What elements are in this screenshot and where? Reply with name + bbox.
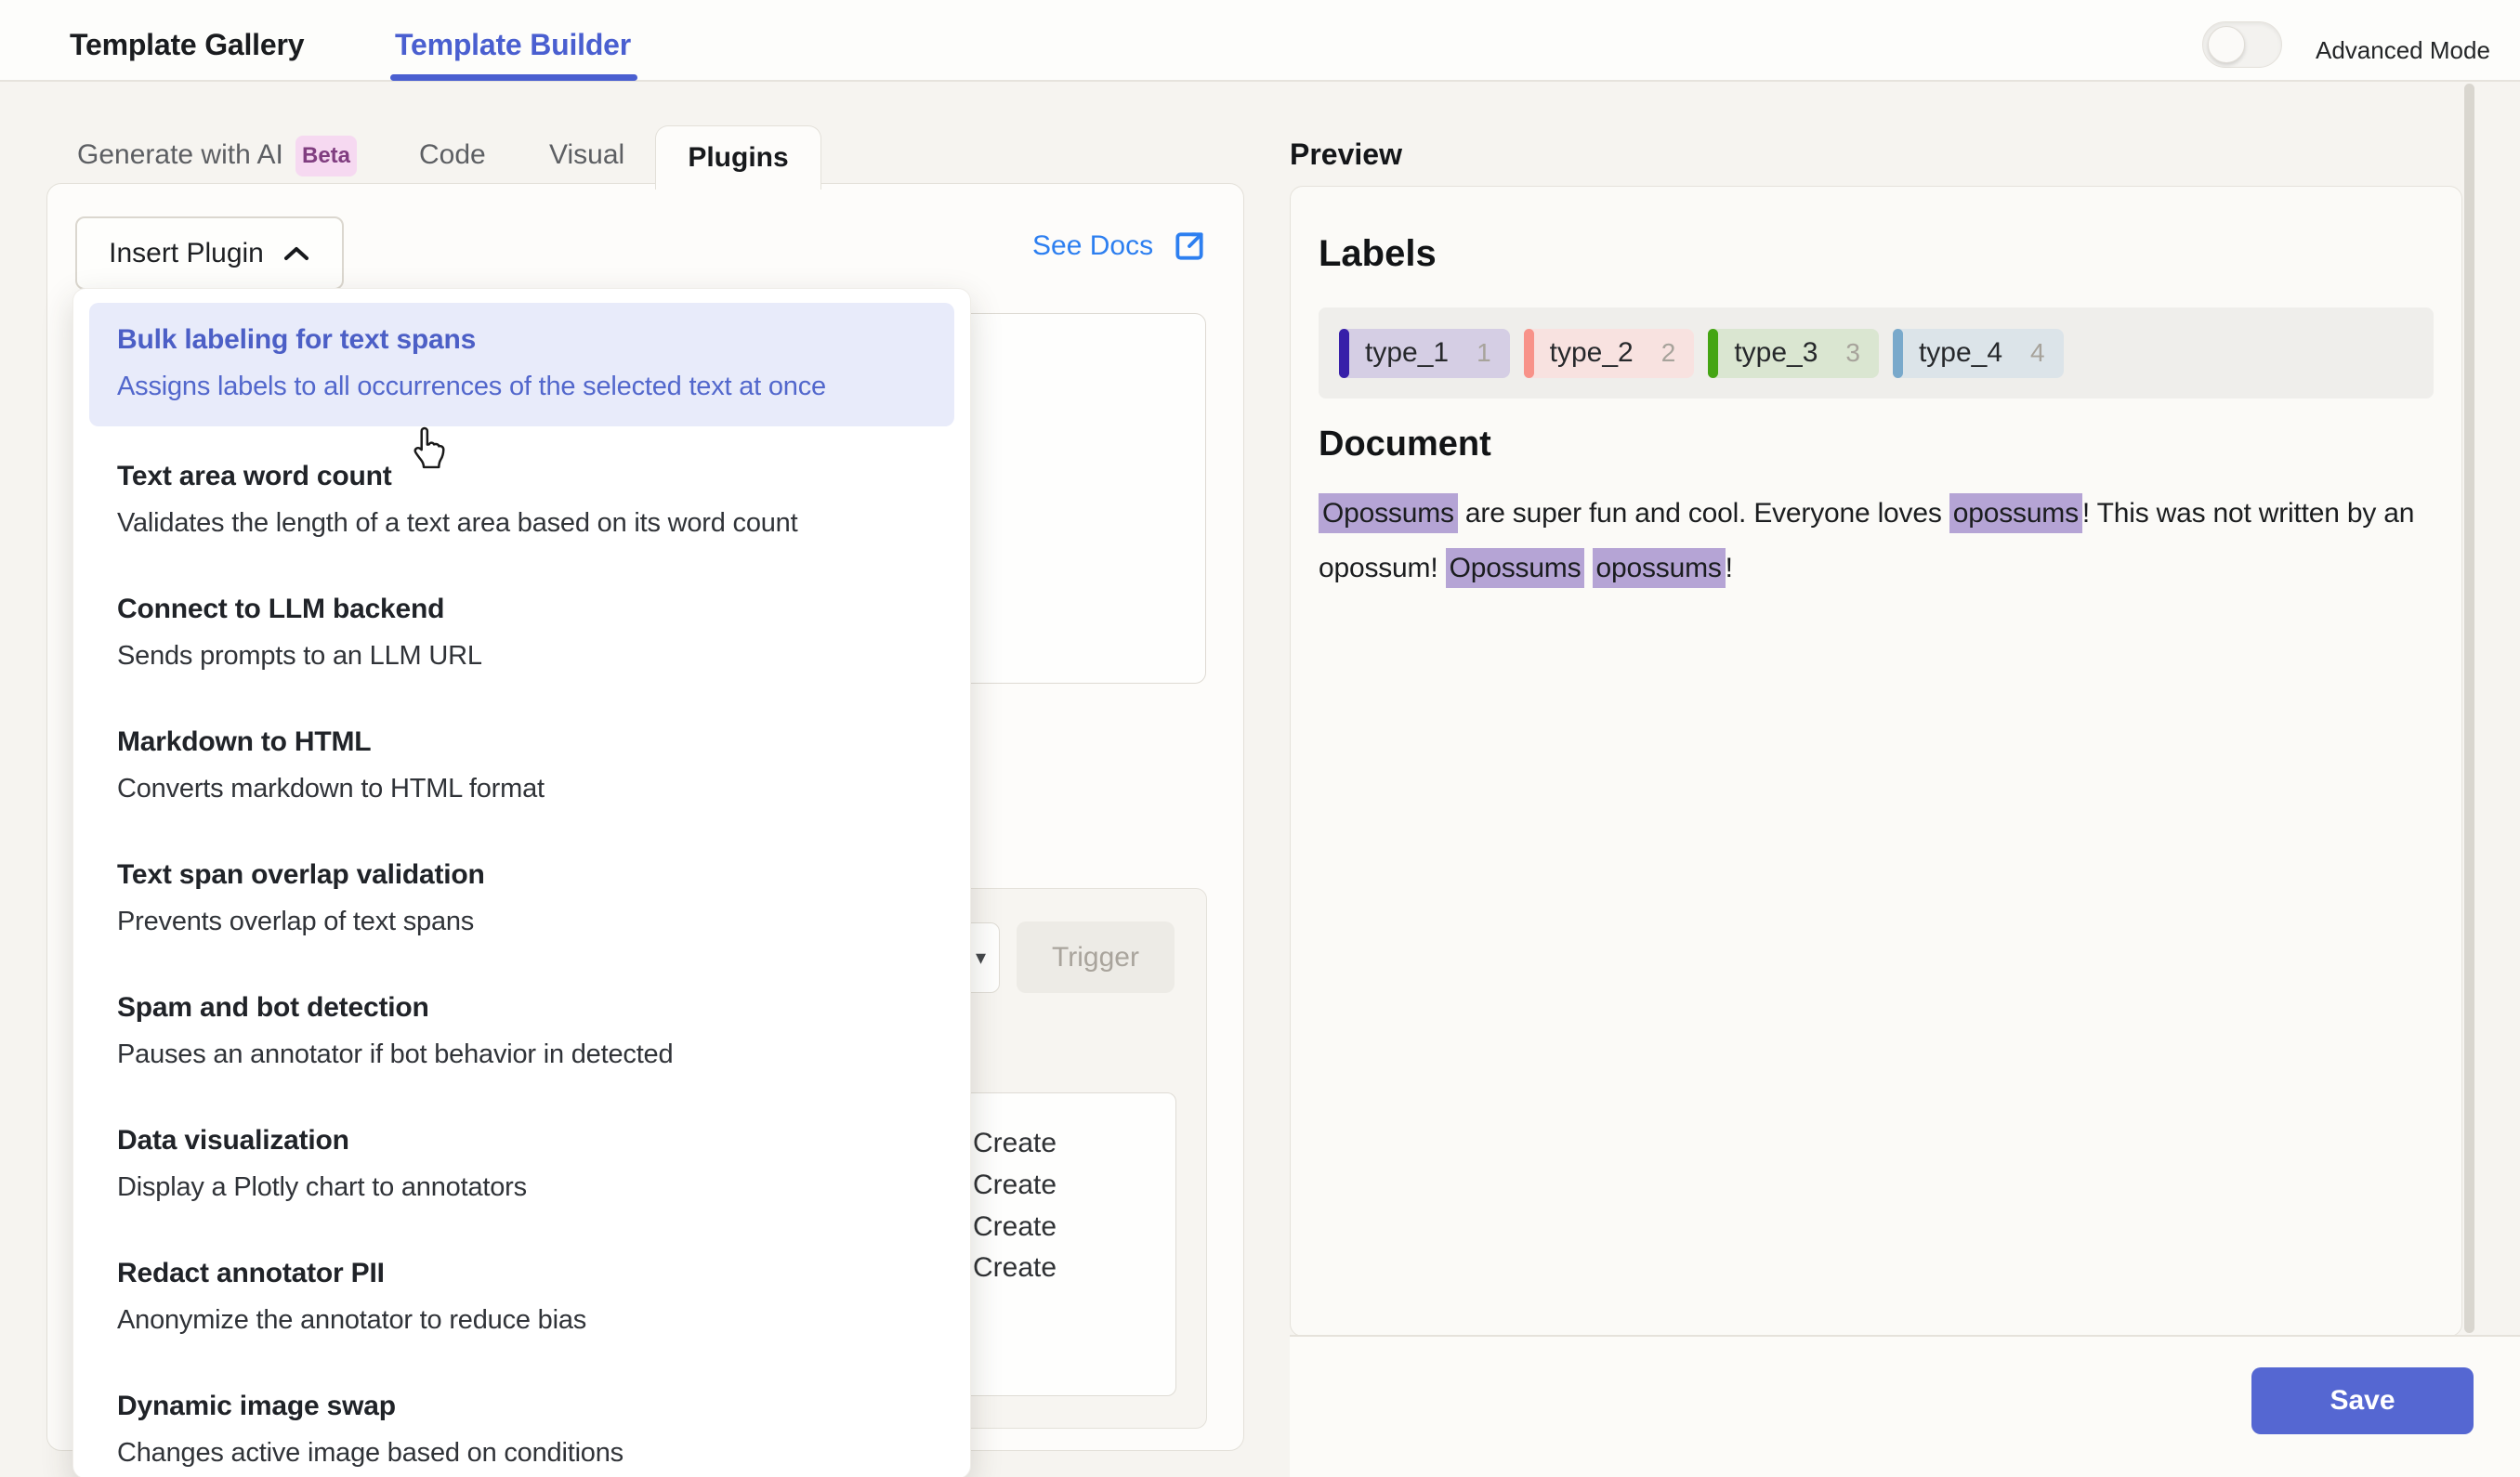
chip-label: type_4 — [1919, 337, 2002, 369]
menu-item-desc: Converts markdown to HTML format — [117, 771, 944, 806]
label-chips-bar: type_1 1 type_2 2 type_3 3 type_4 4 — [1319, 307, 2434, 399]
tab-plugins[interactable]: Plugins — [655, 125, 821, 190]
chip-label: type_1 — [1365, 337, 1449, 369]
advanced-mode-toggle[interactable] — [2202, 21, 2282, 68]
menu-item-title: Text span overlap validation — [117, 857, 944, 893]
chevron-up-icon — [282, 244, 310, 263]
menu-item-llm-backend[interactable]: Connect to LLM backend Sends prompts to … — [117, 592, 944, 673]
menu-item-desc: Prevents overlap of text spans — [117, 904, 944, 939]
active-tab-underline — [390, 74, 637, 81]
labeled-span[interactable]: opossums — [1949, 493, 2082, 533]
list-item[interactable]: Create — [973, 1128, 1159, 1159]
labeled-span[interactable]: Opossums — [1446, 548, 1585, 588]
menu-item-word-count[interactable]: Text area word count Validates the lengt… — [117, 459, 944, 541]
list-item[interactable]: Create — [973, 1211, 1159, 1243]
list-item[interactable]: Create — [973, 1252, 1159, 1284]
chip-color-bar — [1524, 329, 1534, 378]
menu-item-title: Connect to LLM backend — [117, 592, 944, 627]
chip-hotkey: 2 — [1661, 338, 1676, 368]
menu-item-title: Data visualization — [117, 1123, 944, 1158]
insert-plugin-menu: Bulk labeling for text spans Assigns lab… — [72, 288, 971, 1477]
menu-item-desc: Validates the length of a text area base… — [117, 505, 944, 541]
label-chip-type-2[interactable]: type_2 2 — [1524, 329, 1695, 378]
labels-heading: Labels — [1319, 233, 1437, 275]
menu-item-desc: Anonymize the annotator to reduce bias — [117, 1302, 944, 1338]
chip-color-bar — [1339, 329, 1349, 378]
menu-item-title: Markdown to HTML — [117, 725, 944, 760]
menu-item-title: Bulk labeling for text spans — [117, 322, 944, 358]
tab-code[interactable]: Code — [419, 139, 486, 171]
menu-item-desc: Sends prompts to an LLM URL — [117, 638, 944, 673]
menu-item-desc: Changes active image based on conditions — [117, 1435, 944, 1470]
document-heading: Document — [1319, 425, 1491, 464]
menu-item-title: Spam and bot detection — [117, 990, 944, 1026]
see-docs-link[interactable]: See Docs — [1032, 229, 1207, 264]
chip-label: type_2 — [1550, 337, 1634, 369]
insert-plugin-label: Insert Plugin — [109, 238, 264, 269]
menu-item-bulk-labeling[interactable]: Bulk labeling for text spans Assigns lab… — [117, 322, 944, 404]
nav-tab-template-builder[interactable]: Template Builder — [395, 28, 631, 62]
menu-item-desc: Pauses an annotator if bot behavior in d… — [117, 1037, 944, 1072]
menu-item-overlap-validation[interactable]: Text span overlap validation Prevents ov… — [117, 857, 944, 939]
see-docs-label: See Docs — [1032, 230, 1153, 262]
chevron-down-icon: ▾ — [976, 946, 986, 970]
chip-color-bar — [1893, 329, 1903, 378]
menu-item-desc: Assigns labels to all occurrences of the… — [117, 369, 944, 404]
menu-item-desc: Display a Plotly chart to annotators — [117, 1170, 944, 1205]
preview-title: Preview — [1290, 137, 1402, 172]
tab-visual[interactable]: Visual — [549, 139, 624, 171]
menu-item-title: Text area word count — [117, 459, 944, 494]
chip-color-bar — [1708, 329, 1718, 378]
label-chip-type-1[interactable]: type_1 1 — [1339, 329, 1510, 378]
preview-card: Labels type_1 1 type_2 2 type_3 3 type_4… — [1290, 186, 2462, 1337]
app-header: Template Gallery Template Builder Advanc… — [0, 0, 2520, 82]
labeled-span[interactable]: opossums — [1593, 548, 1726, 588]
pointer-cursor — [407, 425, 450, 477]
page-scrollbar[interactable] — [2464, 84, 2474, 1333]
tab-generate-with-ai[interactable]: Generate with AI — [77, 139, 283, 171]
menu-item-data-visualization[interactable]: Data visualization Display a Plotly char… — [117, 1123, 944, 1205]
list-item[interactable]: Create — [973, 1170, 1159, 1201]
chip-hotkey: 3 — [1845, 338, 1860, 368]
chip-hotkey: 1 — [1477, 338, 1491, 368]
beta-badge: Beta — [295, 136, 357, 176]
insert-plugin-button[interactable]: Insert Plugin — [75, 216, 344, 290]
menu-item-redact-pii[interactable]: Redact annotator PII Anonymize the annot… — [117, 1256, 944, 1338]
template-builder-app: Template Gallery Template Builder Advanc… — [0, 0, 2520, 1477]
preview-footer: Save — [1290, 1335, 2520, 1477]
save-button[interactable]: Save — [2251, 1367, 2474, 1434]
label-chip-type-3[interactable]: type_3 3 — [1708, 329, 1879, 378]
menu-item-markdown-html[interactable]: Markdown to HTML Converts markdown to HT… — [117, 725, 944, 806]
document-text[interactable]: Opossums are super fun and cool. Everyon… — [1319, 486, 2429, 595]
nav-tab-template-gallery[interactable]: Template Gallery — [70, 28, 304, 62]
menu-item-spam-detection[interactable]: Spam and bot detection Pauses an annotat… — [117, 990, 944, 1072]
chip-label: type_3 — [1734, 337, 1818, 369]
advanced-mode-label: Advanced Mode — [2316, 36, 2490, 65]
external-link-icon — [1172, 229, 1207, 264]
label-chip-type-4[interactable]: type_4 4 — [1893, 329, 2064, 378]
toggle-knob — [2208, 26, 2245, 63]
chip-hotkey: 4 — [2030, 338, 2045, 368]
menu-item-title: Redact annotator PII — [117, 1256, 944, 1291]
menu-item-title: Dynamic image swap — [117, 1389, 944, 1424]
trigger-button[interactable]: Trigger — [1017, 921, 1175, 993]
labeled-span[interactable]: Opossums — [1319, 493, 1458, 533]
menu-item-image-swap[interactable]: Dynamic image swap Changes active image … — [117, 1389, 944, 1470]
